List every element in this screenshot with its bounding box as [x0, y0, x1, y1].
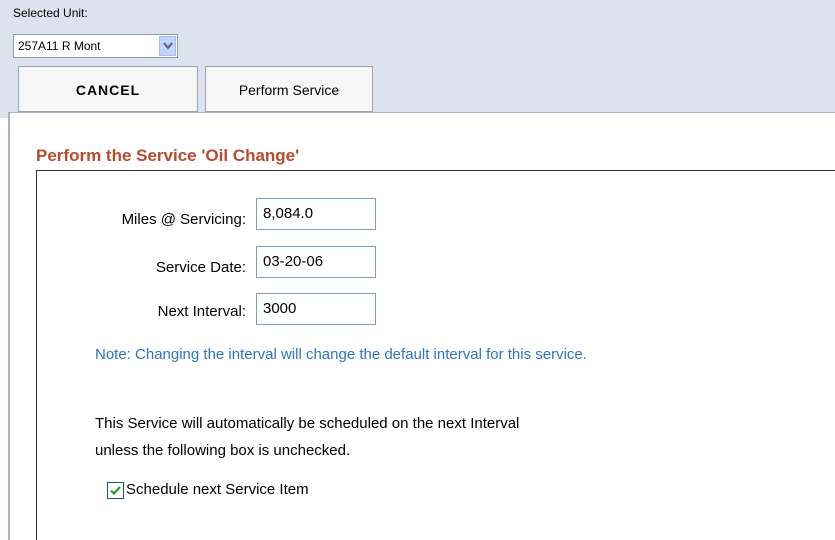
checkmark-icon [110, 486, 121, 496]
next-interval-input[interactable]: 3000 [256, 293, 376, 325]
schedule-next-checkbox[interactable] [107, 482, 124, 499]
schedule-info-line1: This Service will automatically be sched… [95, 415, 520, 432]
miles-input[interactable]: 8,084.0 [256, 198, 376, 230]
cancel-tab[interactable]: CANCEL [18, 66, 198, 112]
schedule-info-line2: unless the following box is unchecked. [95, 442, 351, 459]
selected-unit-label: Selected Unit: [13, 6, 88, 20]
chevron-down-icon[interactable] [159, 36, 176, 56]
interval-note: Note: Changing the interval will change … [95, 346, 587, 363]
top-toolbar: Selected Unit: 257A11 R Mont CANCEL Perf… [0, 0, 835, 118]
service-date-input[interactable]: 03-20-06 [256, 246, 376, 278]
perform-service-tab[interactable]: Perform Service [205, 66, 373, 112]
service-date-label: Service Date: [155, 259, 246, 276]
schedule-next-label[interactable]: Schedule next Service Item [126, 481, 309, 498]
unit-select-value: 257A11 R Mont [18, 39, 101, 53]
next-interval-label: Next Interval: [157, 303, 246, 320]
unit-select[interactable]: 257A11 R Mont [13, 34, 178, 58]
page-title: Perform the Service 'Oil Change' [36, 146, 300, 165]
miles-label: Miles @ Servicing: [121, 211, 246, 228]
